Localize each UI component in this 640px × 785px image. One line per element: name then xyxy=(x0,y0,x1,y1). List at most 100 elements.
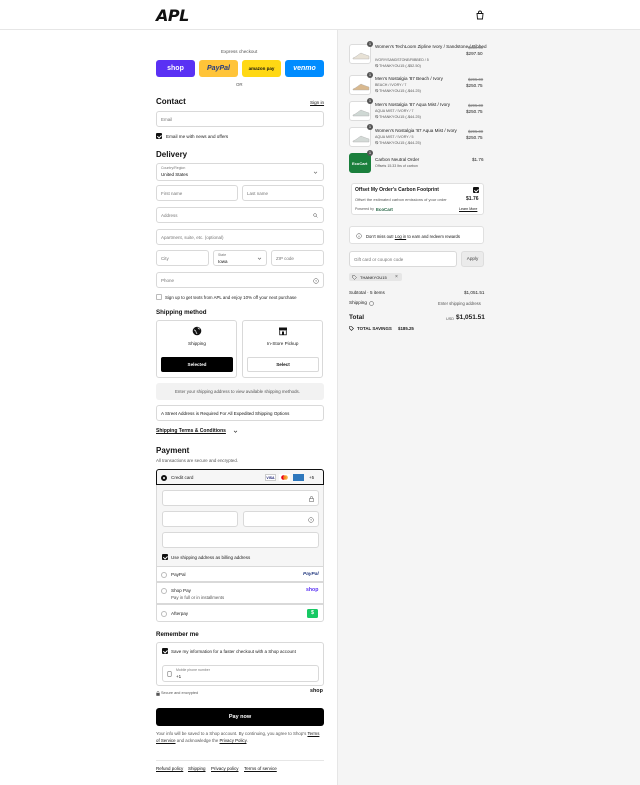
cvv-input[interactable]: ? xyxy=(243,511,319,527)
credit-card-option[interactable]: Credit card VISA +5 xyxy=(156,469,324,485)
mastercard-icon xyxy=(279,474,290,481)
phone-placeholder: Phone xyxy=(161,277,175,283)
sign-in-link[interactable]: Sign in xyxy=(310,100,324,105)
first-name-input[interactable]: First name xyxy=(156,185,238,201)
item-discount: ⦰ THANKYOU15 (-$44.25) xyxy=(375,115,421,119)
quantity-badge: 1 xyxy=(367,72,373,78)
ecocart-title: Offset My Order's Carbon Footprint xyxy=(355,187,439,193)
shop-pay-radio[interactable] xyxy=(161,587,167,594)
save-info-checkbox[interactable] xyxy=(162,648,168,654)
shop-pay-button[interactable]: shop xyxy=(156,60,195,77)
apply-button[interactable]: Apply xyxy=(461,251,484,267)
amex-icon xyxy=(293,474,304,481)
shipping-note-text: Enter your shipping address to view avai… xyxy=(175,389,300,394)
refund-policy-link[interactable]: Refund policy xyxy=(156,766,183,771)
mobile-phone-input[interactable]: Mobile phone number +1 xyxy=(162,665,319,682)
remember-heading: Remember me xyxy=(156,631,199,638)
currency: USD xyxy=(446,316,455,321)
visa-icon: VISA xyxy=(265,474,276,481)
paypal-button[interactable]: PayPal xyxy=(199,60,238,77)
item-price: $250.75 xyxy=(466,135,483,140)
zip-placeholder: ZIP code xyxy=(276,255,294,261)
city-input[interactable]: City xyxy=(156,250,209,266)
shoe-icon xyxy=(352,135,370,143)
street-note-text: A Street Address is Required For All Exp… xyxy=(161,410,290,416)
afterpay-radio[interactable] xyxy=(161,610,167,617)
email-placeholder: Email xyxy=(161,116,173,122)
subtotal-label: Subtotal · 5 items xyxy=(349,290,385,295)
svg-text:?: ? xyxy=(310,518,312,522)
contact-heading: Contact xyxy=(156,97,186,106)
address-placeholder: Address xyxy=(161,212,178,218)
logo[interactable]: APL xyxy=(156,6,189,25)
credit-card-radio[interactable] xyxy=(161,474,167,481)
amazon-pay-button[interactable]: amazon pay xyxy=(242,60,281,77)
cardholder-name-input[interactable] xyxy=(162,532,319,548)
payment-heading: Payment xyxy=(156,446,190,455)
apartment-placeholder: Apartment, suite, etc. (optional) xyxy=(161,234,224,240)
checkout-page: APL Express checkout shop PayPal amazon … xyxy=(0,0,640,785)
apartment-input[interactable]: Apartment, suite, etc. (optional) xyxy=(156,229,324,245)
ecocart-checkbox[interactable] xyxy=(473,187,479,193)
state-label: State xyxy=(218,253,227,257)
last-name-input[interactable]: Last name xyxy=(242,185,324,201)
shop-pay-sub: Pay in full or in installments xyxy=(171,595,225,600)
phone-input[interactable]: Phone ? xyxy=(156,272,324,288)
shipping-terms-link[interactable]: Shipping Terms & Conditions xyxy=(156,428,226,434)
terms-of-service-footer-link[interactable]: Terms of service xyxy=(244,766,277,771)
shipping-summary-value: Enter shipping address xyxy=(438,300,481,306)
remove-discount-icon[interactable]: × xyxy=(395,274,398,280)
expiry-input[interactable] xyxy=(162,511,238,527)
paypal-radio[interactable] xyxy=(161,571,167,578)
chevron-down-icon xyxy=(257,257,262,260)
selected-button[interactable]: Selected xyxy=(161,357,233,372)
rewards-suffix: to earn and redeem rewards xyxy=(407,234,460,239)
shoe-icon xyxy=(352,52,370,60)
address-input[interactable]: Address xyxy=(156,207,324,223)
email-input[interactable]: Email xyxy=(156,111,324,127)
billing-checkbox[interactable] xyxy=(162,554,168,560)
state-select[interactable]: State Iowa xyxy=(213,250,267,266)
shipping-link[interactable]: Shipping xyxy=(188,766,206,771)
shop-pay-option[interactable]: Shop Pay Pay in full or in installments … xyxy=(156,582,324,604)
disclaimer-and: and acknowledge the xyxy=(176,737,219,743)
amazon-label: amazon pay xyxy=(248,66,275,71)
header: APL xyxy=(0,0,640,30)
log-in-link[interactable]: Log in xyxy=(395,234,406,239)
bag-icon[interactable] xyxy=(475,10,485,20)
coupon-placeholder: Gift card or coupon code xyxy=(354,256,404,262)
product-image xyxy=(349,127,371,147)
tag-icon xyxy=(352,274,357,280)
tag-icon xyxy=(349,325,354,331)
shop-logo: shop xyxy=(306,587,319,593)
country-select[interactable]: Country/Region United States xyxy=(156,163,324,181)
chevron-down-icon xyxy=(233,430,238,433)
privacy-policy-footer-link[interactable]: Privacy policy xyxy=(211,766,239,771)
pay-now-button[interactable]: Pay now xyxy=(156,708,324,726)
item-variant: AQUA MIST / IVORY / 5 xyxy=(375,135,414,139)
venmo-button[interactable]: venmo xyxy=(285,60,324,77)
or-divider: OR xyxy=(236,82,243,87)
item-discount: ⦰ THANKYOU15 (-$44.25) xyxy=(375,89,421,93)
coupon-input[interactable]: Gift card or coupon code xyxy=(349,251,457,267)
chevron-down-icon xyxy=(313,171,318,174)
last-name-placeholder: Last name xyxy=(247,190,269,196)
shipping-option-card[interactable]: Shipping Selected xyxy=(156,320,237,378)
news-checkbox[interactable] xyxy=(156,133,162,139)
learn-more-link[interactable]: Learn More xyxy=(459,207,477,211)
privacy-policy-link[interactable]: Privacy Policy xyxy=(220,738,247,743)
help-icon[interactable]: ? xyxy=(308,516,314,523)
card-number-input[interactable] xyxy=(162,490,319,506)
pickup-option-card[interactable]: In-Store Pickup Select xyxy=(242,320,323,378)
search-icon xyxy=(313,213,318,218)
paypal-option[interactable]: PayPal PayPal xyxy=(156,566,324,582)
zip-input[interactable]: ZIP code xyxy=(271,250,324,266)
ecocart-widget: Offset My Order's Carbon Footprint Offse… xyxy=(351,183,484,215)
sms-checkbox[interactable] xyxy=(156,294,162,300)
mobile-phone-label: Mobile phone number xyxy=(176,668,210,672)
express-title: Express checkout xyxy=(221,49,258,54)
select-button[interactable]: Select xyxy=(247,357,319,372)
afterpay-option[interactable]: Afterpay $ xyxy=(156,604,324,622)
help-icon[interactable]: ? xyxy=(313,277,319,284)
item-original-price: $350.00 xyxy=(468,45,484,50)
